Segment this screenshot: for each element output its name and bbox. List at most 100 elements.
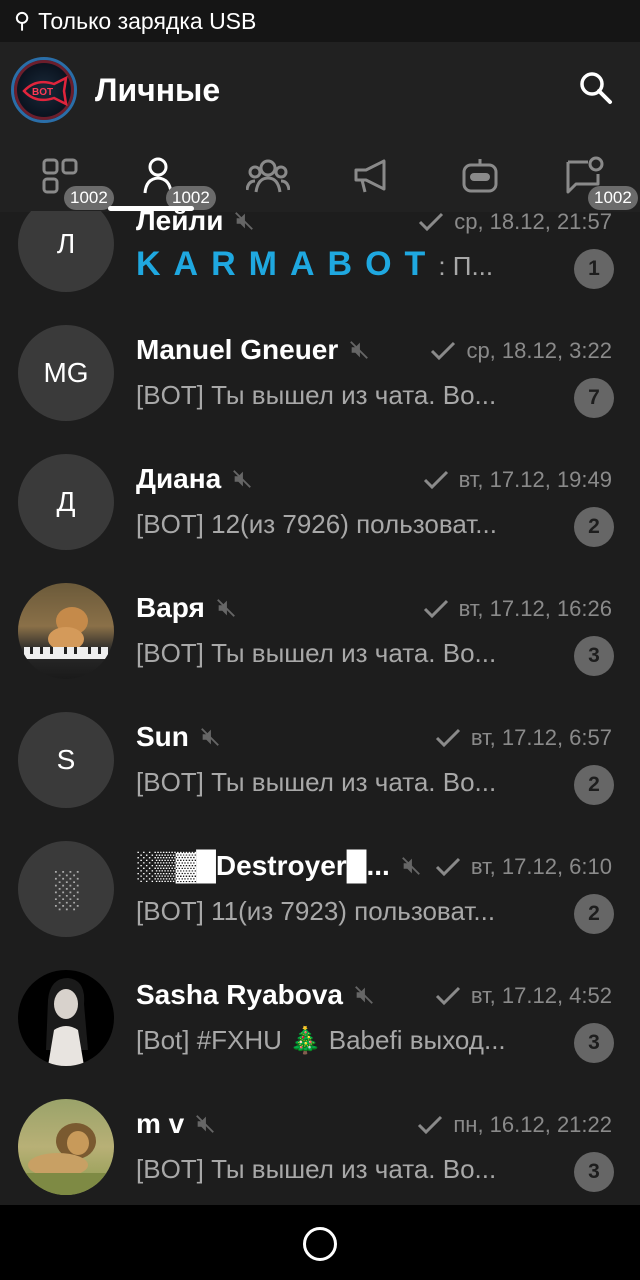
chat-name-text: m v [136,1108,185,1139]
chat-preview: [BOT] Ты вышел из чата. Во... [136,1154,497,1184]
date-text: пн, 16.12, 21:22 [453,1112,612,1137]
date-text: ср, 18.12, 3:22 [466,338,612,363]
chat-row[interactable]: Д Диана вт, 17.12, 19:49 [BOT] 12(из 792… [0,437,640,566]
avatar: S [18,712,114,808]
tab-groups[interactable] [234,150,298,200]
check-icon [419,212,444,232]
mute-icon [235,212,254,230]
page-title: Личные [95,71,221,108]
date-text: вт, 17.12, 4:52 [470,983,612,1008]
chat-name: Варя [136,592,237,624]
check-icon [418,1115,443,1135]
unread-count: 2 [574,765,614,805]
tab-channels[interactable] [340,150,404,200]
home-button[interactable] [303,1227,337,1261]
group-icon [246,159,290,193]
mute-icon [216,599,235,617]
check-icon [435,857,460,877]
chat-row[interactable]: MG Manuel Gneuer ср, 18.12, 3:22 [BOT] Т… [0,308,640,437]
tab-unread[interactable]: 1002 [552,150,638,210]
chat-date: вт, 17.12, 6:57 [435,725,612,751]
tab-all[interactable]: 1002 [28,150,114,210]
avatar: Д [18,454,114,550]
chat-name: Диана [136,463,253,495]
status-text: Только зарядка USB [38,7,257,34]
chat-preview: [Bot] #FXHU 🎄 Babefi выход... [136,1025,506,1055]
chat-name: Manuel Gneuer [136,334,370,366]
date-text: ср, 18.12, 21:57 [454,211,612,234]
chat-row[interactable]: Варя вт, 17.12, 16:26 [BOT] Ты вышел из … [0,566,640,695]
date-text: вт, 17.12, 6:10 [470,854,612,879]
usb-icon: ⚲ [14,8,31,33]
unread-count: 7 [574,378,614,418]
chat-name-text: Sasha Ryabova [136,979,343,1010]
lion-photo-icon [18,1123,114,1195]
chat-name: Sun [136,721,221,753]
chat-name-text: Лейли [136,211,224,236]
chat-row[interactable]: m v пн, 16.12, 21:22 [BOT] Ты вышел из ч… [0,1082,640,1205]
chat-row[interactable]: S Sun вт, 17.12, 6:57 [BOT] Ты вышел из … [0,695,640,824]
megaphone-icon [354,159,386,193]
mute-icon [355,986,373,1004]
unread-badge: 1002 [64,186,114,210]
date-text: вт, 17.12, 6:57 [470,725,612,750]
tab-personal[interactable]: 1002 [130,150,216,210]
chat-row[interactable]: ░ ░▒▓█Destroyer█... вт, 17.12, 6:10 [BOT… [0,824,640,953]
chat-preview: [BOT] Ты вышел из чата. Во... [136,380,497,410]
chat-preview: [BOT] Ты вышел из чата. Во... [136,638,497,668]
check-icon [435,728,460,748]
unread-count: 3 [574,1023,614,1063]
chat-row[interactable]: Л Лейли ср, 18.12, 21:57 KARMABOT: П... … [0,211,640,308]
preview-text: : П... [438,251,494,281]
date-text: вт, 17.12, 19:49 [458,467,612,492]
account-avatar[interactable]: BOT [11,57,77,123]
fish-logo-icon: BOT [22,76,68,106]
chat-name-text: Варя [136,592,205,623]
chat-date: вт, 17.12, 16:26 [423,596,612,622]
chat-row[interactable]: Sasha Ryabova вт, 17.12, 4:52 [Bot] #FXH… [0,953,640,1082]
chat-name-text: Диана [136,463,222,494]
chat-date: ср, 18.12, 21:57 [418,211,612,235]
chat-name: ░▒▓█Destroyer█... [136,850,422,882]
chat-preview: [BOT] Ты вышел из чата. Во... [136,767,497,797]
search-icon[interactable] [578,70,614,106]
folder-tabs: 1002 1002 1002 [0,138,640,212]
chat-list[interactable]: Л Лейли ср, 18.12, 21:57 KARMABOT: П... … [0,211,640,1205]
check-icon [423,599,448,619]
avatar [18,970,114,1066]
chat-preview: [BOT] 11(из 7923) пользоват... [136,896,496,926]
status-bar: ⚲ Только зарядка USB [0,0,640,42]
chat-name-text: Manuel Gneuer [136,334,339,365]
date-text: вт, 17.12, 16:26 [458,596,612,621]
unread-count: 2 [574,894,614,934]
check-icon [431,341,456,361]
avatar: ░ [18,841,114,937]
unread-count: 3 [574,636,614,676]
chat-name: m v [136,1108,216,1140]
chat-name-text: ░▒▓█Destroyer█... [136,850,390,881]
chat-name: Sasha Ryabova [136,979,375,1011]
karmabot-brand: KARMABOT [136,245,439,283]
mute-icon [233,470,252,488]
avatar [18,1099,114,1195]
bot-icon [462,159,498,193]
unread-badge: 1002 [588,186,638,210]
tab-bots[interactable] [448,150,512,200]
check-icon [423,470,448,490]
svg-text:BOT: BOT [32,87,53,98]
chat-date: пн, 16.12, 21:22 [417,1112,612,1138]
chat-name: Лейли [136,211,255,237]
unread-count: 1 [574,249,614,289]
system-nav-bar [0,1205,640,1280]
unread-count: 3 [574,1152,614,1192]
chat-date: вт, 17.12, 4:52 [435,983,612,1009]
check-icon [435,986,460,1006]
avatar [18,583,114,679]
portrait-photo-icon [46,978,88,1066]
avatar: MG [18,325,114,421]
chat-date: вт, 17.12, 6:10 [435,854,612,880]
app-header: BOT Личные [0,42,640,138]
chat-preview: KARMABOT: П... [136,245,528,284]
chat-date: ср, 18.12, 3:22 [430,338,612,364]
mute-icon [350,341,369,359]
